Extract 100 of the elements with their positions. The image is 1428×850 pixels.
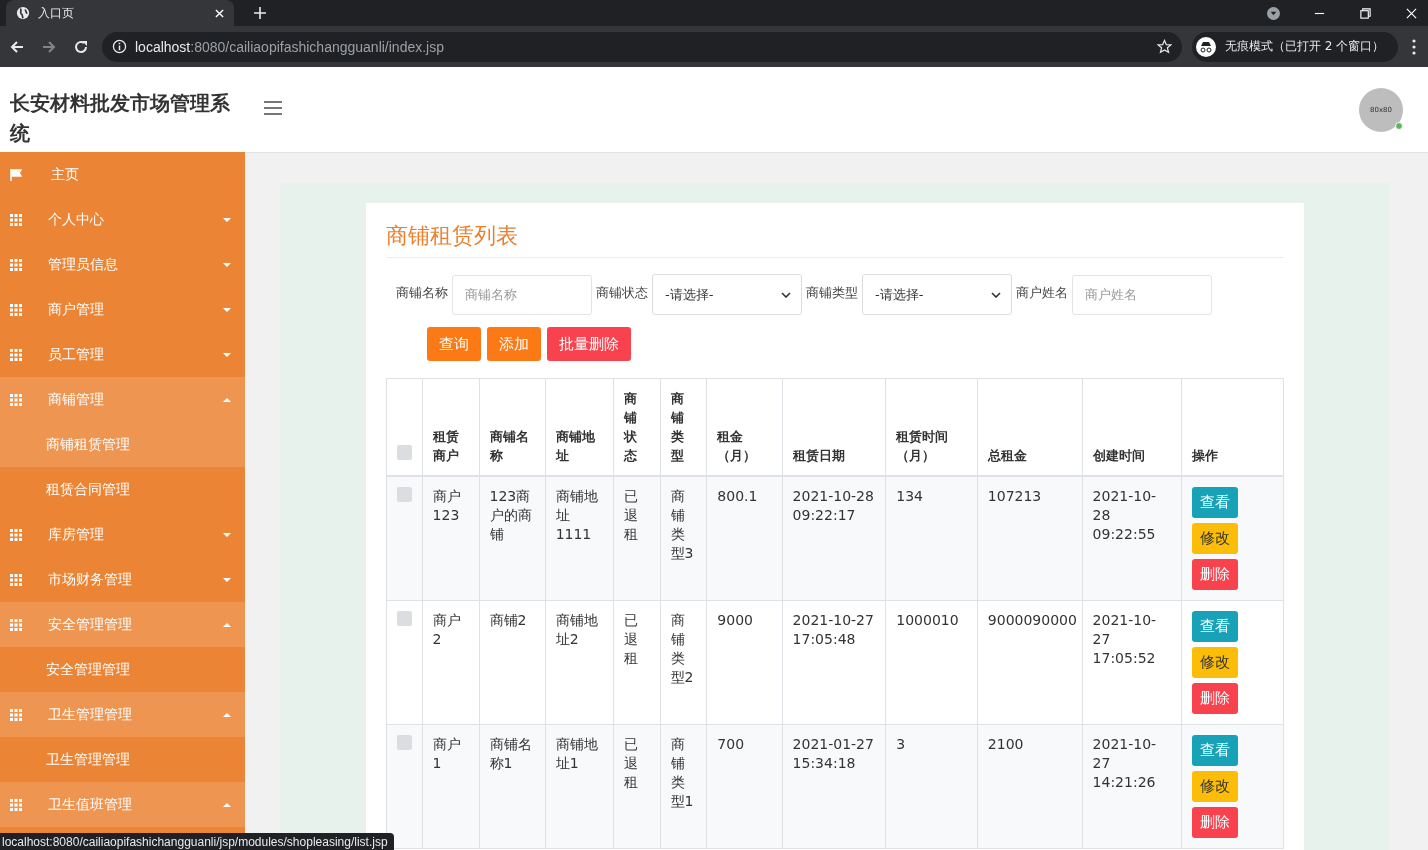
grid-icon [10,258,22,271]
row-action-button[interactable]: 删除 [1192,807,1239,838]
table-cell: 商铺地址2 [545,600,614,725]
select-field[interactable]: -请选择- [652,274,802,315]
url-text: localhost:8080/cailiaopifashichangguanli/index.jsp [135,38,444,55]
table-cell: 700 [706,724,783,849]
table-cell: 商铺类型2 [660,600,707,725]
sidebar-item[interactable]: 个人中心 [0,197,245,242]
reload-icon[interactable] [73,38,89,55]
sidebar-item[interactable]: 主页 [0,152,245,197]
table-cell: 商铺名称1 [479,724,546,849]
forward-icon[interactable] [41,38,57,55]
table-cell: 商铺地址1 [545,724,614,849]
table-cell: 已退租 [613,600,661,725]
table-cell: 2021-10-27 17:05:48 [782,600,886,725]
column-header: 总租金 [977,378,1083,476]
close-icon[interactable] [1405,6,1418,20]
browser-tab[interactable]: 入口页 [6,0,234,26]
incognito-icon [1196,36,1216,57]
new-tab-icon[interactable] [254,7,266,19]
sidebar-item[interactable]: 安全管理管理 [0,602,245,647]
page-title: 商铺租赁列表 [386,221,1284,258]
table-cell: 2100 [977,724,1083,849]
input-field[interactable]: 商户姓名 [1072,274,1212,315]
table-cell: 2021-10-27 14:21:26 [1082,724,1182,849]
row-action-button[interactable]: 查看 [1192,487,1239,518]
grid-icon [10,348,22,361]
filter-label: 商铺名称 [396,284,448,302]
select-field[interactable]: -请选择- [862,274,1012,315]
sidebar-item[interactable]: 市场财务管理 [0,557,245,602]
checkbox[interactable] [397,487,412,502]
table-cell: 已退租 [613,476,661,601]
grid-icon [10,528,22,541]
caret-down-icon [223,217,231,222]
table-cell: 2021-10-28 09:22:55 [1082,476,1182,601]
sidebar-item[interactable]: 员工管理 [0,332,245,377]
sidebar-item[interactable]: 卫生值班管理 [0,782,245,827]
menu-icon[interactable] [1412,38,1417,55]
column-header: 商铺地址 [545,378,614,476]
sidebar-item[interactable]: 库房管理 [0,512,245,557]
table-cell: 107213 [977,476,1083,601]
caret-up-icon [223,622,231,627]
caret-up-icon [223,712,231,717]
sidebar-subitem[interactable]: 商铺租赁管理 [0,422,245,467]
incognito-badge[interactable]: 无痕模式（已打开 2 个窗口） [1192,31,1399,62]
input-field[interactable]: 商铺名称 [452,274,592,315]
checkbox[interactable] [397,611,412,626]
column-header: 操作 [1181,378,1284,476]
column-header: 租金（月） [706,378,783,476]
table-cell: 已退租 [613,724,661,849]
table-cell: 商户123 [422,476,480,601]
action-button[interactable]: 批量删除 [547,327,631,361]
sidebar-subitem[interactable]: 安全管理管理 [0,647,245,692]
row-action-button[interactable]: 修改 [1192,523,1239,554]
sidebar-item[interactable]: 管理员信息 [0,242,245,287]
star-icon[interactable] [1157,39,1172,54]
table-cell: 3 [885,724,978,849]
grid-icon [10,303,22,316]
column-header: 商铺状态 [613,378,661,476]
caret-down-icon [223,262,231,267]
chevron-down-icon [991,291,1001,298]
back-icon[interactable] [9,38,25,55]
checkbox[interactable] [397,735,412,750]
app-title: 长安材料批发市场管理系统 [10,89,231,147]
table-cell: 商铺地址1111 [545,476,614,601]
column-header: 商铺名称 [479,378,546,476]
row-action-button[interactable]: 查看 [1192,611,1239,642]
sidebar-item[interactable]: 商户管理 [0,287,245,332]
grid-icon [10,393,22,406]
sidebar-subitem[interactable]: 卫生管理管理 [0,737,245,782]
address-bar[interactable]: localhost:8080/cailiaopifashichangguanli/index.jsp [102,31,1182,62]
row-action-button[interactable]: 删除 [1192,559,1239,590]
table-cell: 1000010 [885,600,978,725]
checkbox[interactable] [397,445,412,460]
flag-icon [10,168,22,181]
table-cell: 2021-01-27 15:34:18 [782,724,886,849]
table-cell: 9000090000 [977,600,1083,725]
dropdown-icon[interactable] [1267,6,1280,20]
menu-icon[interactable] [264,101,282,115]
restore-icon[interactable] [1359,6,1372,20]
filter-label: 商铺类型 [806,284,858,302]
close-icon[interactable] [215,8,224,18]
grid-icon [10,213,22,226]
action-button[interactable]: 查询 [427,327,481,361]
table-cell: 9000 [706,600,783,725]
row-action-button[interactable]: 修改 [1192,771,1239,802]
table-cell: 2021-10-28 09:22:17 [782,476,886,601]
row-action-button[interactable]: 修改 [1192,647,1239,678]
table-cell: 2021-10-27 17:05:52 [1082,600,1182,725]
action-button[interactable]: 添加 [487,327,541,361]
row-action-button[interactable]: 查看 [1192,735,1239,766]
sidebar-subitem[interactable]: 租赁合同管理 [0,467,245,512]
row-action-button[interactable]: 删除 [1192,683,1239,714]
sidebar-item[interactable]: 卫生管理管理 [0,692,245,737]
sidebar-item[interactable]: 商铺管理 [0,377,245,422]
filter-label: 商铺状态 [596,284,648,302]
filter-label: 商户姓名 [1016,284,1068,302]
grid-icon [10,618,22,631]
table-cell: 商铺类型1 [660,724,707,849]
column-header: 创建时间 [1082,378,1182,476]
